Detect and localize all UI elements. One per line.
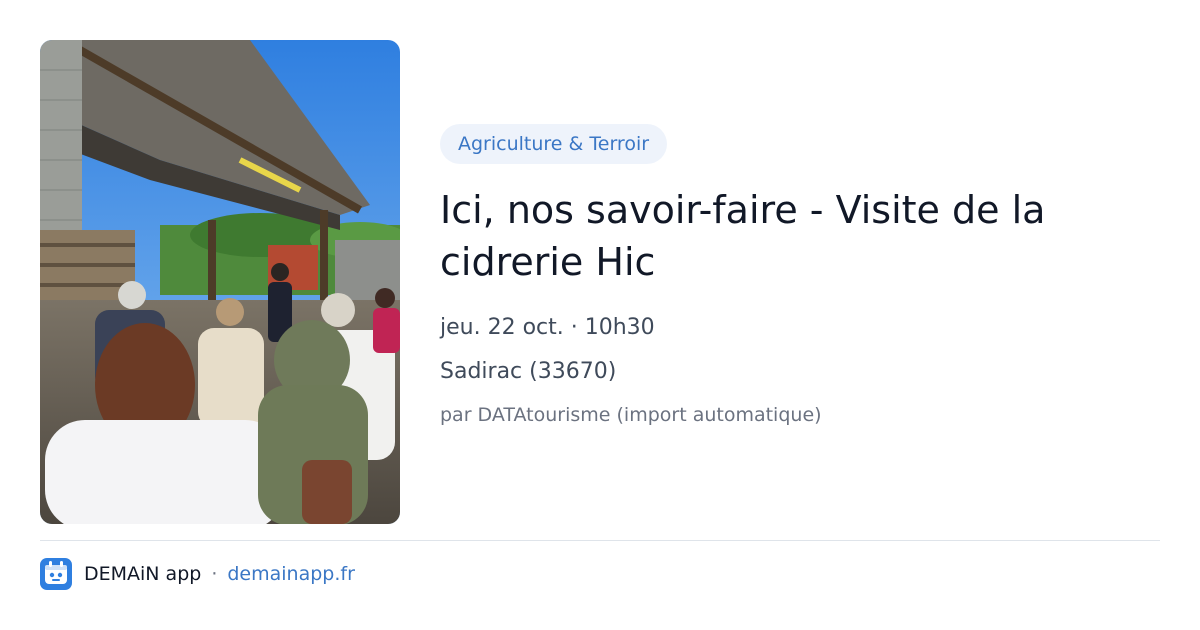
event-source: par DATAtourisme (import automatique) (440, 404, 822, 426)
event-datetime: jeu. 22 oct. · 10h30 (440, 315, 655, 340)
event-location: Sadirac (33670) (440, 359, 617, 384)
footer: DEMAiN app · demainapp.fr (40, 558, 355, 590)
event-title[interactable]: Ici, nos savoir-faire - Visite de la cid… (440, 184, 1100, 288)
demain-app-icon[interactable] (40, 558, 72, 590)
category-tag[interactable]: Agriculture & Terroir (440, 124, 668, 164)
footer-separator: · (211, 563, 218, 585)
event-info: Agriculture & Terroir Ici, nos savoir-fa… (440, 124, 1160, 428)
app-name: DEMAiN app (84, 563, 202, 585)
event-photo (40, 40, 400, 524)
footer-divider (40, 540, 1160, 541)
app-website-link[interactable]: demainapp.fr (227, 563, 355, 585)
